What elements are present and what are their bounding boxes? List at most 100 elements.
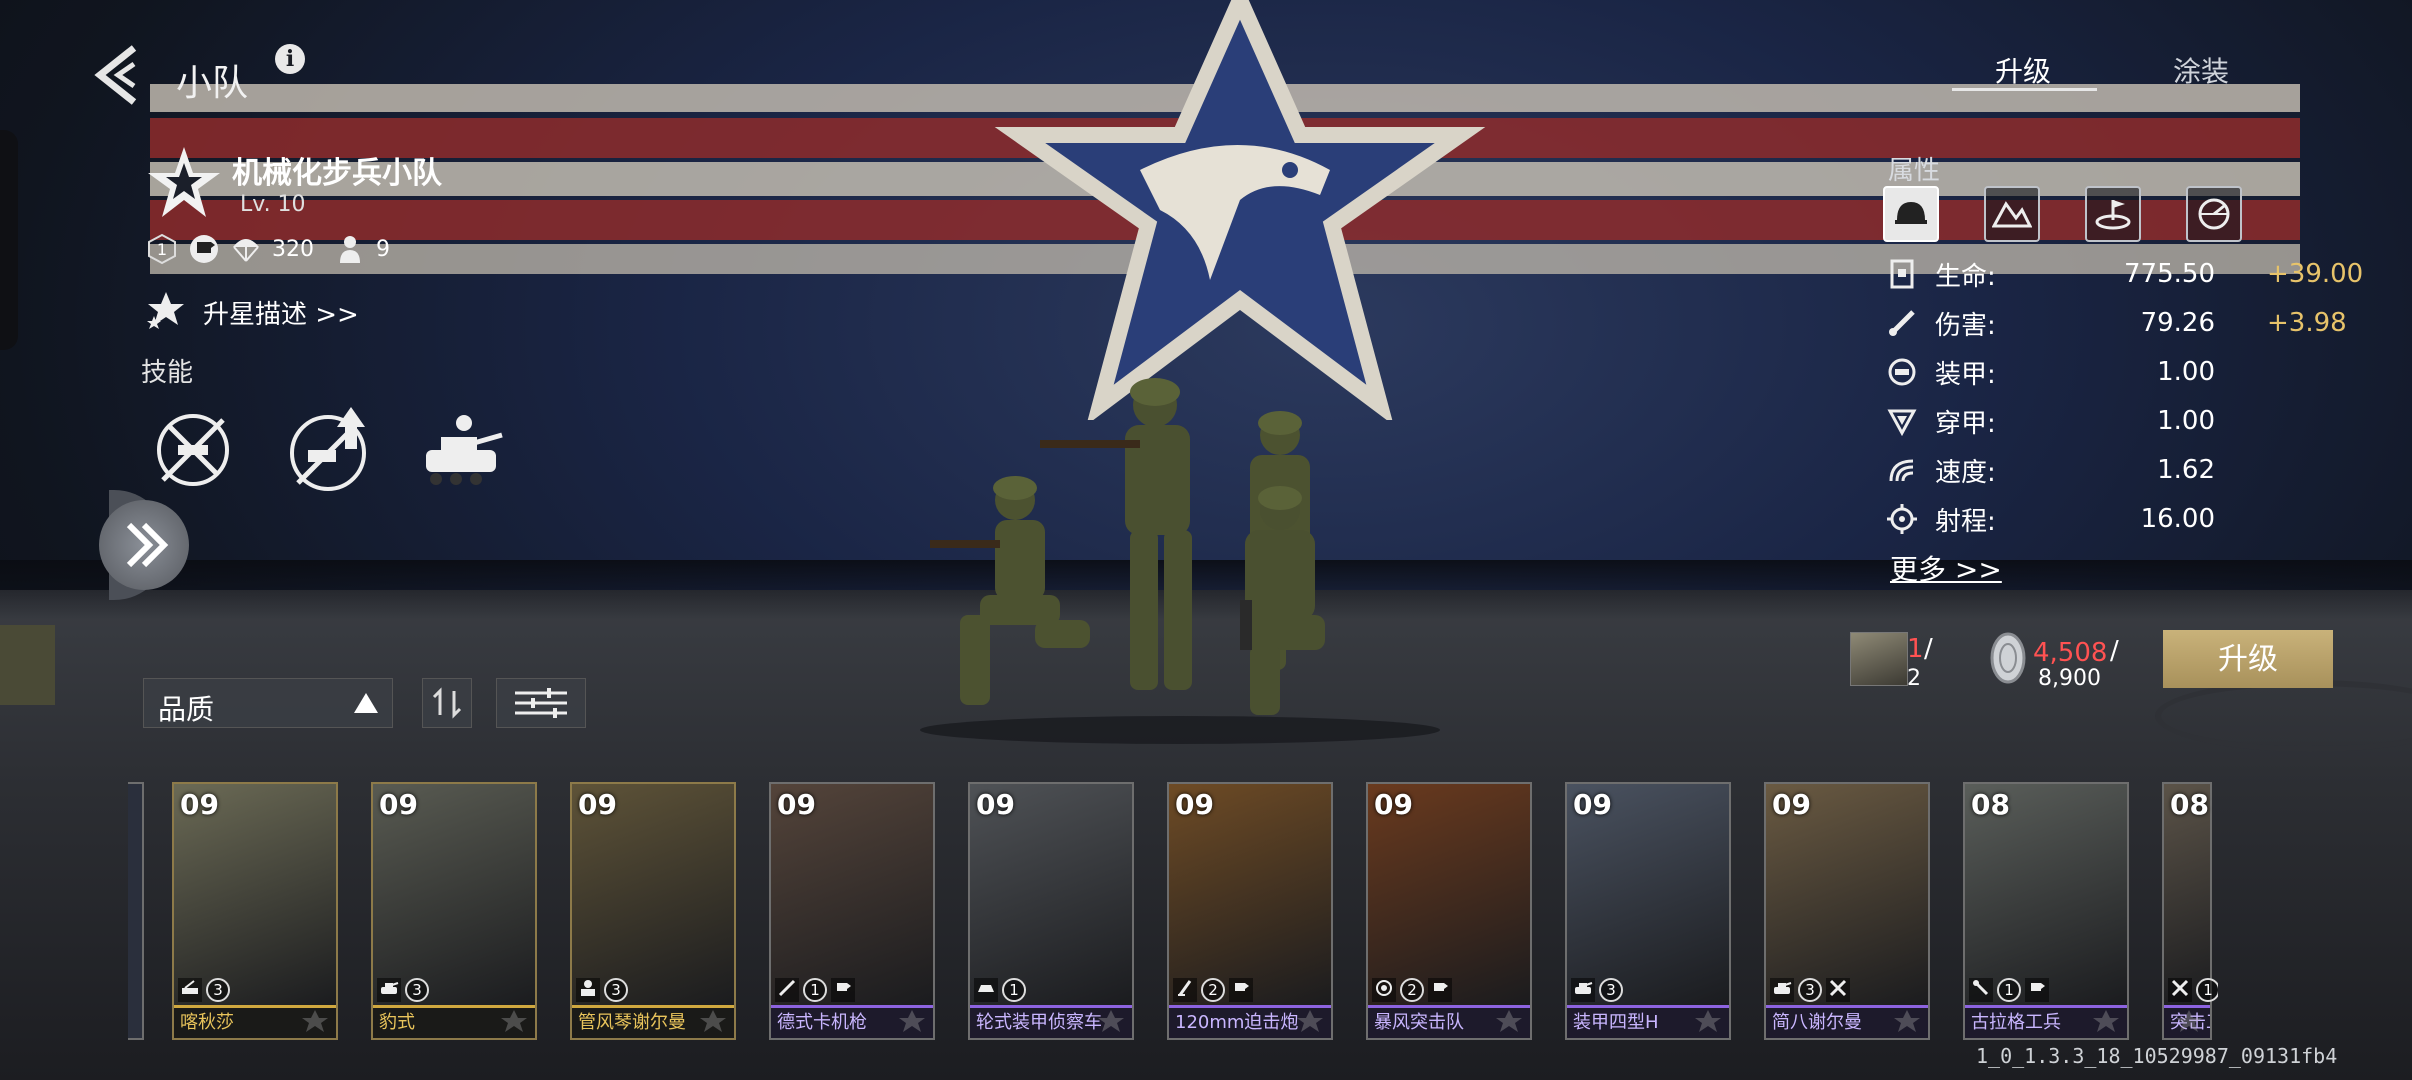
faction-emblem-icon <box>1098 1010 1124 1032</box>
stat-bonus: +39.00 <box>2267 259 2364 289</box>
unit-card[interactable]: 09 1 德式卡机枪 <box>769 782 935 1040</box>
unit-card[interactable]: 09 3 喀秋莎 <box>172 782 338 1040</box>
unit-card-list[interactable]: 09 3 喀秋莎 09 3 豹式 09 3 管风琴谢尔曼 09 1 德式卡机枪 09 1 轮式装甲侦察车 09… <box>128 754 2218 1054</box>
sort-arrows-icon <box>432 687 462 719</box>
unit-tier-badge: 3 <box>1599 978 1623 1002</box>
unit-badges: 1 <box>2168 978 2218 1002</box>
quality-sort-dropdown[interactable]: 品质 <box>143 678 393 728</box>
upgrade-button[interactable]: 升级 <box>2163 630 2333 688</box>
unit-badges: 3 <box>178 978 230 1002</box>
attribute-category-tabs <box>1883 186 2242 242</box>
parachute-icon <box>230 233 262 265</box>
speedometer-icon[interactable] <box>2186 186 2242 242</box>
target-icon[interactable] <box>2085 186 2141 242</box>
skill-tank-crew-icon[interactable] <box>416 405 506 495</box>
stat-row-penetration: 穿甲: 1.00 <box>1885 399 2365 443</box>
tools-icon <box>1826 978 1850 1002</box>
artillery-icon <box>576 978 600 1002</box>
unit-card[interactable]: 09 3 装甲四型H <box>1565 782 1731 1040</box>
helmet-icon[interactable] <box>1883 186 1939 242</box>
unit-tier-badge: 1 <box>2196 978 2218 1002</box>
squad-level: Lv. 10 <box>240 192 306 217</box>
tab-upgrade[interactable]: 升级 <box>1995 50 2051 90</box>
unit-badges: 3 <box>1571 978 1623 1002</box>
unit-level: 09 <box>578 788 617 821</box>
stat-row-damage: 伤害: 79.26 +3.98 <box>1885 301 2365 345</box>
tab-paint[interactable]: 涂装 <box>2173 50 2229 90</box>
stat-row-health: 生命: 775.50 +39.00 <box>1885 252 2365 296</box>
unit-tier-badge: 1 <box>1997 978 2021 1002</box>
triangle-up-icon <box>354 693 378 713</box>
airdrop-cost: 320 <box>272 236 314 262</box>
unit-card[interactable]: 09 2 120mm迫击炮 <box>1167 782 1333 1040</box>
armor-icon <box>1885 355 1919 389</box>
unit-level: 09 <box>1175 788 1214 821</box>
unit-badges: 3 <box>377 978 429 1002</box>
silver-slash: / <box>2110 636 2119 666</box>
damage-icon <box>1885 306 1919 340</box>
back-arrow-icon[interactable] <box>88 42 148 108</box>
faction-emblem-icon <box>1695 1010 1721 1032</box>
unit-level: 09 <box>1374 788 1413 821</box>
unit-card[interactable]: 09 1 轮式装甲侦察车 <box>968 782 1134 1040</box>
unit-tier-badge: 2 <box>1400 978 1424 1002</box>
card-count-have: 1 <box>1907 634 1924 664</box>
tier-icon: 1 <box>146 233 178 265</box>
flag-icon <box>1428 978 1452 1002</box>
unit-level: 09 <box>1573 788 1612 821</box>
page-title: 小队 <box>176 63 249 104</box>
skills-label: 技能 <box>141 358 194 388</box>
stat-name: 射程: <box>1935 506 1996 537</box>
silver-coin-icon <box>1990 632 2026 684</box>
unit-card[interactable]: 09 3 简八谢尔曼 <box>1764 782 1930 1040</box>
squad-card-icon <box>1850 632 1908 686</box>
svg-text:1: 1 <box>157 240 167 259</box>
unit-badges: 1 <box>1969 978 2049 1002</box>
unit-tier-badge: 3 <box>1798 978 1822 1002</box>
unit-card[interactable]: 09 3 豹式 <box>371 782 537 1040</box>
engineer-icon <box>1969 978 1993 1002</box>
more-attributes-link[interactable]: 更多 >> <box>1890 548 2002 588</box>
stat-value: 1.00 <box>2157 406 2215 436</box>
skill-rifle-upgrade-icon[interactable] <box>283 405 373 495</box>
sort-order-button[interactable] <box>422 678 472 728</box>
stat-value: 1.00 <box>2157 357 2215 387</box>
ammo-crate <box>0 625 55 705</box>
faction-emblem-icon <box>1297 1010 1323 1032</box>
side-expand-button[interactable] <box>99 490 189 600</box>
card-count-need: 2 <box>1907 666 1921 691</box>
stat-name: 伤害: <box>1935 310 1996 341</box>
unit-card[interactable]: 09 2 暴风突击队 <box>1366 782 1532 1040</box>
unit-level: 08 <box>1971 788 2010 821</box>
vehicle-icon <box>974 978 998 1002</box>
penetration-icon <box>1885 404 1919 438</box>
silver-need: 8,900 <box>2038 666 2101 691</box>
filter-button[interactable] <box>496 678 586 728</box>
squad-3d-model[interactable] <box>900 370 1460 750</box>
unit-card[interactable]: 09 3 管风琴谢尔曼 <box>570 782 736 1040</box>
unit-level: 09 <box>379 788 418 821</box>
troop-count: 9 <box>376 236 390 262</box>
build-version: 1_0_1.3.3_18_10529987_09131fb4 <box>1976 1044 2338 1068</box>
unit-level: 09 <box>1772 788 1811 821</box>
filter-sliders-icon <box>515 688 567 718</box>
top-tabs: 升级 涂装 <box>1950 50 2250 100</box>
skill-crossed-rifle-icon[interactable] <box>148 405 238 495</box>
unit-card[interactable]: 081突击工兵 <box>2162 782 2218 1040</box>
range-icon <box>1885 502 1919 536</box>
stat-value: 16.00 <box>2140 504 2215 534</box>
soldier-count-icon <box>334 233 366 265</box>
mg-icon <box>775 978 799 1002</box>
unit-badges: 3 <box>1770 978 1850 1002</box>
terrain-icon[interactable] <box>1984 186 2040 242</box>
flag-icon <box>2025 978 2049 1002</box>
stat-name: 装甲: <box>1935 359 1996 390</box>
info-icon[interactable]: i <box>275 44 305 74</box>
stat-name: 穿甲: <box>1935 408 1996 439</box>
unit-tier-badge: 1 <box>1002 978 1026 1002</box>
tools-icon <box>2168 978 2192 1002</box>
unit-tier-badge: 3 <box>206 978 230 1002</box>
star-upgrade-link[interactable]: 升星描述 >> <box>203 294 359 331</box>
unit-card[interactable]: 08 1 古拉格工兵 <box>1963 782 2129 1040</box>
tank-icon <box>377 978 401 1002</box>
